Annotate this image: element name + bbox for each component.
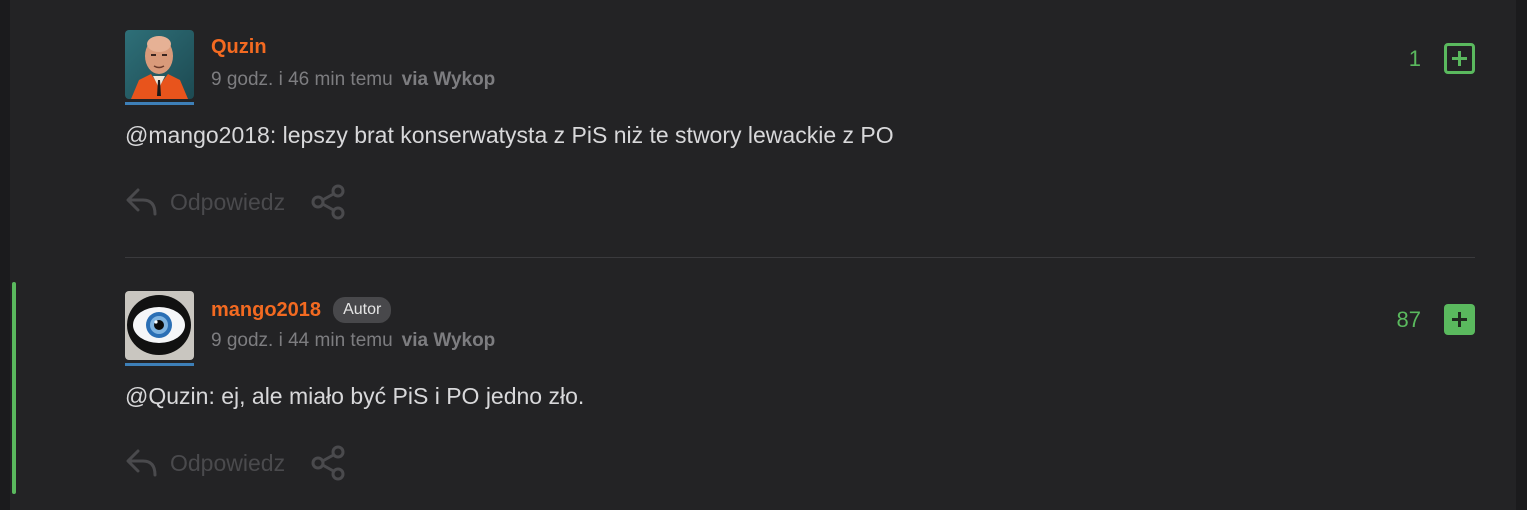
reply-arrow-icon — [126, 449, 157, 477]
reply-label: Odpowiedz — [170, 449, 286, 476]
vote-count: 87 — [1396, 306, 1421, 332]
avatar[interactable] — [125, 291, 194, 367]
comment-actions: Odpowiedz — [125, 183, 347, 221]
avatar[interactable] — [125, 30, 194, 106]
timestamp[interactable]: 9 godz. i 44 min temu — [211, 330, 393, 351]
user-mention[interactable]: @Quzin — [125, 383, 208, 409]
thread-indicator-bar — [12, 282, 16, 494]
share-button[interactable] — [309, 445, 347, 481]
avatar-image-mango2018 — [125, 291, 194, 360]
vote-widget: 1 — [1381, 43, 1475, 74]
author-line: mango2018 Autor — [211, 297, 392, 323]
reply-button[interactable]: Odpowiedz — [125, 448, 285, 478]
timestamp[interactable]: 9 godz. i 46 min temu — [211, 69, 393, 90]
avatar-underline — [125, 102, 194, 105]
reply-label: Odpowiedz — [170, 188, 286, 215]
vote-widget: 87 — [1381, 304, 1475, 335]
comment-actions: Odpowiedz — [125, 444, 347, 482]
reply-arrow-icon — [126, 188, 157, 216]
comment-text: : lepszy brat konserwatysta z PiS niż te… — [269, 122, 894, 148]
comment-meta: 9 godz. i 46 min temu via Wykop — [211, 69, 495, 91]
reply-button[interactable]: Odpowiedz — [125, 187, 285, 217]
share-button[interactable] — [309, 184, 347, 220]
comment-body: @Quzin: ej, ale miało być PiS i PO jedno… — [125, 383, 584, 410]
share-icon — [311, 184, 345, 220]
share-icon — [311, 445, 345, 481]
author-line: Quzin — [211, 36, 267, 59]
comment-separator — [125, 257, 1475, 258]
via-source: via Wykop — [401, 330, 496, 351]
upvote-button[interactable] — [1444, 43, 1475, 74]
comment-body: @mango2018: lepszy brat konserwatysta z … — [125, 122, 894, 149]
avatar-image-quzin — [125, 30, 194, 99]
via-source: via Wykop — [401, 69, 496, 90]
plus-icon — [1452, 51, 1467, 66]
username[interactable]: Quzin — [211, 36, 267, 59]
user-mention[interactable]: @mango2018 — [125, 122, 270, 148]
comment-meta: 9 godz. i 44 min temu via Wykop — [211, 330, 495, 352]
comment-text: : ej, ale miało być PiS i PO jedno zło. — [208, 383, 585, 409]
upvote-button[interactable] — [1444, 304, 1475, 335]
comments-page: Quzin 9 godz. i 46 min temu via Wykop 1 @… — [0, 0, 1527, 510]
vote-count: 1 — [1408, 45, 1421, 71]
username[interactable]: mango2018 — [211, 299, 321, 322]
avatar-underline — [125, 363, 194, 366]
author-badge: Autor — [333, 297, 392, 323]
plus-icon — [1452, 312, 1467, 327]
